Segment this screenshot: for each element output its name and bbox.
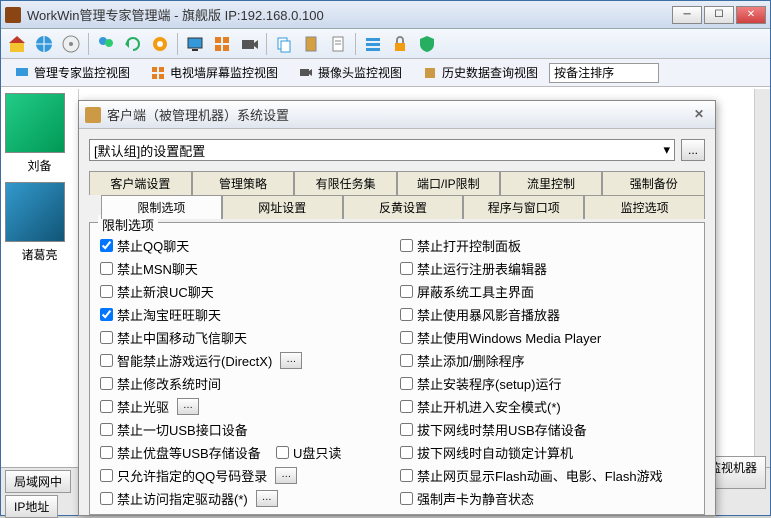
sort-input[interactable] [549, 63, 659, 83]
user-label: 刘备 [5, 157, 74, 174]
qq-more-button[interactable]: … [275, 467, 297, 484]
cb-wmp[interactable]: 禁止使用Windows Media Player [400, 328, 694, 347]
dialog-icon [85, 107, 101, 123]
cb-usb-readonly[interactable]: U盘只读 [276, 443, 341, 462]
view-tab-tvwall[interactable]: 电视墙屏幕监控视图 [141, 60, 287, 85]
drives-more-button[interactable]: … [256, 490, 278, 507]
camera-icon[interactable] [237, 32, 261, 56]
close-button[interactable]: ✕ [736, 6, 766, 24]
cb-qq-whitelist[interactable]: 只允许指定的QQ号码登录 [100, 466, 267, 485]
monitor-icon[interactable] [183, 32, 207, 56]
tab-monitor-opt[interactable]: 监控选项 [584, 195, 705, 219]
cb-usb-all[interactable]: 禁止一切USB接口设备 [100, 420, 394, 439]
paste-icon[interactable] [299, 32, 323, 56]
grid-icon [150, 65, 166, 81]
tab-anti[interactable]: 反黄设置 [343, 195, 464, 219]
refresh-icon[interactable] [121, 32, 145, 56]
grid-icon[interactable] [210, 32, 234, 56]
thumbnail-panel: 刘备 诸葛亮 [1, 89, 79, 515]
cb-lock-on-unplug[interactable]: 拔下网线时自动锁定计算机 [400, 443, 694, 462]
chevron-down-icon: ▾ [663, 142, 670, 158]
cb-cdrom[interactable]: 禁止光驱 [100, 397, 169, 416]
tab-client[interactable]: 客户端设置 [89, 171, 192, 195]
maximize-button[interactable]: ☐ [704, 6, 734, 24]
cb-regedit[interactable]: 禁止运行注册表编辑器 [400, 259, 694, 278]
history-icon [422, 65, 438, 81]
dialog-title: 客户端（被管理机器）系统设置 [107, 105, 689, 124]
titlebar: WorkWin管理专家管理端 - 旗舰版 IP:192.168.0.100 ─ … [1, 1, 770, 29]
tab-tasks[interactable]: 有限任务集 [294, 171, 397, 195]
cb-safemode[interactable]: 禁止开机进入安全模式(*) [400, 397, 694, 416]
cb-flash[interactable]: 禁止网页显示Flash动画、电影、Flash游戏 [400, 466, 694, 485]
view-tab-camera[interactable]: 摄像头监控视图 [289, 60, 411, 85]
doc-icon[interactable] [326, 32, 350, 56]
cb-systools[interactable]: 屏蔽系统工具主界面 [400, 282, 694, 301]
globe-icon[interactable] [32, 32, 56, 56]
tab-url[interactable]: 网址设置 [222, 195, 343, 219]
tab-program[interactable]: 程序与窗口项 [463, 195, 584, 219]
cb-addremove[interactable]: 禁止添加/删除程序 [400, 351, 694, 370]
cb-setup[interactable]: 禁止安装程序(setup)运行 [400, 374, 694, 393]
home-icon[interactable] [5, 32, 29, 56]
cb-wangwang[interactable]: 禁止淘宝旺旺聊天 [100, 305, 394, 324]
restrict-groupbox: 限制选项 禁止QQ聊天 禁止MSN聊天 禁止新浪UC聊天 禁止淘宝旺旺聊天 禁止… [89, 222, 705, 515]
config-group-select[interactable]: [默认组]的设置配置 ▾ [89, 139, 675, 161]
tab-policy[interactable]: 管理策略 [192, 171, 295, 195]
user-label: 诸葛亮 [5, 246, 74, 263]
settings-dialog: 客户端（被管理机器）系统设置 ✕ [默认组]的设置配置 ▾ ... 客户端设置 … [78, 100, 716, 516]
gear-icon[interactable] [148, 32, 172, 56]
left-column: 禁止QQ聊天 禁止MSN聊天 禁止新浪UC聊天 禁止淘宝旺旺聊天 禁止中国移动飞… [100, 236, 394, 508]
copy-icon[interactable] [272, 32, 296, 56]
directx-more-button[interactable]: … [280, 352, 302, 369]
tab-container: 客户端设置 管理策略 有限任务集 端口/IP限制 流里控制 强制备份 限制选项 … [89, 171, 705, 219]
cb-baofeng[interactable]: 禁止使用暴风影音播放器 [400, 305, 694, 324]
dialog-body: [默认组]的设置配置 ▾ ... 客户端设置 管理策略 有限任务集 端口/IP限… [79, 129, 715, 515]
list-icon[interactable] [361, 32, 385, 56]
camera-icon [298, 65, 314, 81]
cb-drives[interactable]: 禁止访问指定驱动器(*) [100, 489, 248, 508]
cb-msn[interactable]: 禁止MSN聊天 [100, 259, 394, 278]
tab-restrict[interactable]: 限制选项 [101, 195, 222, 219]
lan-button[interactable]: 局域网中 [5, 470, 71, 493]
cb-fetion[interactable]: 禁止中国移动飞信聊天 [100, 328, 394, 347]
scrollbar[interactable] [754, 89, 770, 467]
users-icon[interactable] [94, 32, 118, 56]
user-thumbnail[interactable] [5, 93, 65, 153]
dialog-titlebar: 客户端（被管理机器）系统设置 ✕ [79, 101, 715, 129]
dialog-close-icon[interactable]: ✕ [689, 107, 709, 123]
cb-sina-uc[interactable]: 禁止新浪UC聊天 [100, 282, 394, 301]
lock-icon[interactable] [388, 32, 412, 56]
tab-port-ip[interactable]: 端口/IP限制 [397, 171, 500, 195]
browse-button[interactable]: ... [681, 139, 705, 161]
right-column: 禁止打开控制面板 禁止运行注册表编辑器 屏蔽系统工具主界面 禁止使用暴风影音播放… [400, 236, 694, 508]
view-tab-monitor[interactable]: 管理专家监控视图 [5, 60, 139, 85]
cb-usb-storage[interactable]: 禁止优盘等USB存储设备 [100, 443, 261, 462]
cdrom-more-button[interactable]: … [177, 398, 199, 415]
cb-qq[interactable]: 禁止QQ聊天 [100, 236, 394, 255]
title-text: WorkWin管理专家管理端 - 旗舰版 IP:192.168.0.100 [27, 5, 672, 24]
cb-directx[interactable]: 智能禁止游戏运行(DirectX) [100, 351, 272, 370]
tab-backup[interactable]: 强制备份 [602, 171, 705, 195]
view-tab-history[interactable]: 历史数据查询视图 [413, 60, 547, 85]
tab-traffic[interactable]: 流里控制 [500, 171, 603, 195]
shield-icon[interactable] [415, 32, 439, 56]
window-controls: ─ ☐ ✕ [672, 6, 766, 24]
minimize-button[interactable]: ─ [672, 6, 702, 24]
cb-usb-on-unplug[interactable]: 拔下网线时禁用USB存储设备 [400, 420, 694, 439]
cb-systime[interactable]: 禁止修改系统时间 [100, 374, 394, 393]
cd-icon[interactable] [59, 32, 83, 56]
cb-mute[interactable]: 强制声卡为静音状态 [400, 489, 694, 508]
user-thumbnail[interactable] [5, 182, 65, 242]
app-icon [5, 7, 21, 23]
monitor-icon [14, 65, 30, 81]
main-toolbar [1, 29, 770, 59]
view-tabs: 管理专家监控视图 电视墙屏幕监控视图 摄像头监控视图 历史数据查询视图 [1, 59, 770, 87]
cb-control-panel[interactable]: 禁止打开控制面板 [400, 236, 694, 255]
ip-button[interactable]: IP地址 [5, 495, 58, 518]
